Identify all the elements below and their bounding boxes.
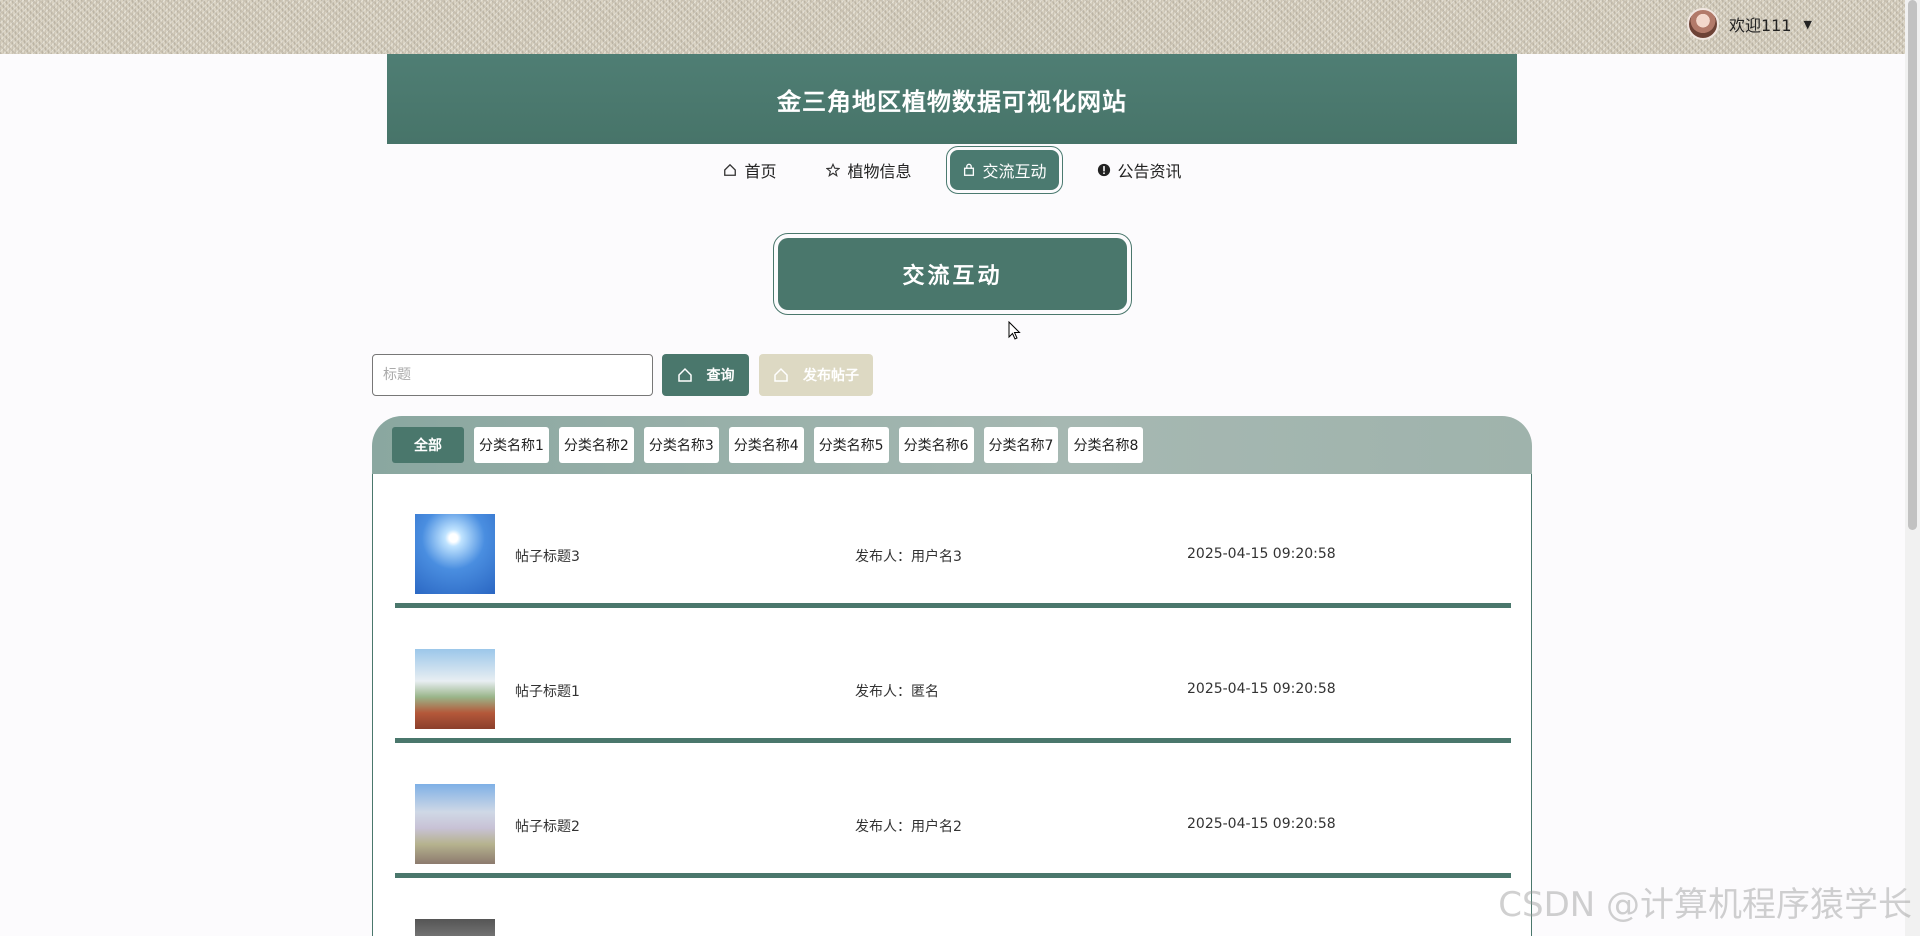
post-row[interactable]: 帖子标题1 发布人：匿名 2025-04-15 09:20:58	[395, 609, 1511, 743]
post-title[interactable]: 帖子标题1	[515, 681, 580, 701]
category-tab[interactable]: 分类名称6	[898, 427, 974, 463]
post-thumbnail[interactable]	[415, 784, 495, 864]
avatar[interactable]	[1686, 8, 1719, 40]
search-title-input[interactable]	[372, 354, 653, 396]
scrollbar[interactable]	[1905, 0, 1920, 936]
category-tab[interactable]: 分类名称1	[474, 427, 549, 463]
post-time: 2025-04-15 09:20:58	[1187, 546, 1336, 562]
post-author: 发布人：匿名	[855, 684, 939, 700]
post-thumbnail[interactable]	[415, 649, 495, 729]
publish-post-button[interactable]: 发布帖子	[759, 354, 873, 396]
category-tab[interactable]: 分类名称4	[728, 427, 804, 463]
post-time: 2025-04-15 09:20:58	[1187, 681, 1336, 697]
category-tab[interactable]: 分类名称2	[558, 427, 634, 463]
post-thumbnail[interactable]	[415, 514, 495, 594]
main-nav: 首页 植物信息 交流互动 公告资讯	[0, 146, 1905, 194]
query-label: 查询	[706, 367, 735, 383]
category-tab[interactable]: 分类名称8	[1068, 427, 1144, 463]
post-title[interactable]: 帖子标题2	[515, 816, 580, 836]
nav-label: 首页	[744, 162, 777, 181]
nav-label: 公告资讯	[1117, 162, 1182, 181]
home-icon	[677, 367, 692, 382]
scrollbar-thumb[interactable]	[1908, 0, 1917, 530]
nav-label: 交流互动	[982, 162, 1047, 181]
home-icon	[774, 367, 788, 382]
watermark: CSDN @计算机程序猿学长	[1498, 885, 1912, 925]
post-title[interactable]: 帖子标题3	[515, 546, 580, 566]
section-title: 交流互动	[773, 233, 1132, 315]
post-row[interactable]: 帖子标题3 发布人：用户名3 2025-04-15 09:20:58	[395, 474, 1511, 608]
query-button[interactable]: 查询	[662, 354, 749, 396]
nav-item-forum[interactable]: 交流互动	[945, 146, 1063, 194]
post-list: 帖子标题3 发布人：用户名3 2025-04-15 09:20:58 帖子标题1…	[372, 474, 1532, 936]
category-tabs: 全部 分类名称1 分类名称2 分类名称3 分类名称4 分类名称5 分类名称6 分…	[372, 416, 1532, 474]
publish-label: 发布帖子	[803, 367, 859, 383]
category-tab-all[interactable]: 全部	[392, 427, 464, 463]
star-icon	[826, 163, 841, 177]
mouse-cursor-icon	[1008, 321, 1021, 340]
site-title: 金三角地区植物数据可视化网站	[777, 87, 1127, 116]
welcome-text[interactable]: 欢迎111	[1729, 12, 1792, 36]
category-tab[interactable]: 分类名称7	[983, 427, 1059, 463]
nav-item-news[interactable]: 公告资讯	[1085, 151, 1194, 189]
nav-label: 植物信息	[847, 162, 912, 181]
nav-item-home[interactable]: 首页	[711, 151, 788, 189]
category-tab[interactable]: 分类名称5	[813, 427, 889, 463]
post-thumbnail[interactable]	[415, 919, 495, 936]
post-time: 2025-04-15 09:20:58	[1187, 816, 1336, 832]
site-banner: 金三角地区植物数据可视化网站	[387, 54, 1517, 144]
home-icon	[724, 163, 737, 176]
top-texture-bar	[0, 0, 1905, 54]
bag-icon	[963, 163, 974, 176]
post-author: 发布人：用户名3	[855, 549, 962, 565]
category-tab[interactable]: 分类名称3	[643, 427, 719, 463]
user-menu[interactable]: 欢迎111 ▼	[1686, 8, 1812, 40]
info-icon	[1097, 163, 1110, 177]
post-author: 发布人：用户名2	[855, 819, 962, 835]
caret-down-icon[interactable]: ▼	[1804, 18, 1812, 31]
nav-item-plants[interactable]: 植物信息	[814, 151, 923, 189]
post-row[interactable]: 帖子标题2 发布人：用户名2 2025-04-15 09:20:58	[395, 744, 1511, 878]
